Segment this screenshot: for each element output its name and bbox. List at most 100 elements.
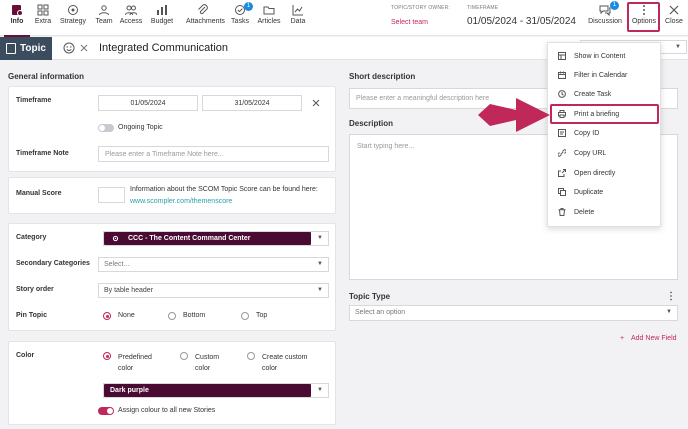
manual-score-input[interactable] [98, 187, 125, 203]
custom-color-label: Custom color [195, 354, 220, 372]
gear-icon [112, 235, 119, 242]
tab-team[interactable]: Team [89, 4, 119, 25]
trash-icon [558, 208, 566, 216]
external-icon [558, 169, 566, 177]
menu-item-copy-url[interactable]: Copy URL [548, 144, 662, 163]
more-vertical-icon[interactable] [668, 291, 674, 301]
add-new-field-button[interactable]: Add New Field [631, 335, 677, 342]
start-date-input[interactable]: 01/05/2024 [98, 95, 198, 111]
assign-colour-toggle[interactable] [98, 407, 114, 415]
pin-none-label: None [118, 312, 135, 319]
chevron-down-icon: ▼ [675, 44, 681, 50]
topic-icon [6, 43, 16, 54]
end-date-input[interactable]: 31/05/2024 [202, 95, 302, 111]
chart-icon [292, 5, 303, 16]
topic-type-select[interactable]: Select an option ▼ [349, 305, 678, 321]
copy-id-icon [558, 129, 566, 137]
custom-color-radio[interactable] [180, 352, 188, 360]
top-toolbar: Info Extra Strategy Team Access Budget A… [0, 0, 688, 37]
menu-item-show-in-content[interactable]: Show in Content [548, 47, 662, 66]
assign-colour-label: Assign colour to all new Stories [118, 407, 216, 414]
menu-item-create-task[interactable]: Create Task [548, 85, 662, 104]
menu-item-filter-in-calendar[interactable]: Filter in Calendar [548, 66, 662, 85]
pin-bottom-radio[interactable] [168, 312, 176, 320]
menu-item-duplicate[interactable]: Duplicate [548, 183, 662, 202]
clock-icon [558, 90, 566, 98]
short-description-title: Short description [349, 72, 416, 81]
page-title[interactable]: Integrated Communication [99, 42, 228, 54]
create-custom-color-label: Create custom color [262, 354, 308, 372]
timeframe-label-left: Timeframe [16, 97, 52, 104]
close-icon [669, 5, 679, 15]
info-icon [12, 5, 23, 16]
pin-top-label: Top [256, 312, 268, 319]
timeframe-label: TIMEFRAME [467, 5, 499, 11]
predefined-color-radio[interactable] [103, 352, 111, 360]
ongoing-label: Ongoing Topic [118, 124, 163, 131]
chevron-down-icon: ▼ [666, 309, 672, 315]
story-order-select[interactable]: By table header ▼ [98, 283, 329, 298]
secondary-categories-label: Secondary Categories [16, 260, 90, 267]
emoji-icon[interactable] [63, 42, 75, 54]
tab-extra[interactable]: Extra [28, 4, 58, 25]
discussion-badge: 1 [610, 1, 619, 10]
pin-top-radio[interactable] [241, 312, 249, 320]
owner-label: TOPIC/STORY OWNER: [391, 5, 451, 11]
content-icon [558, 52, 566, 60]
category-label: Category [16, 234, 47, 241]
tab-attachments[interactable]: Attachments [186, 4, 225, 25]
color-tag: Dark purple [104, 384, 311, 397]
chevron-down-icon: ▼ [317, 261, 323, 267]
chevron-down-icon: ▼ [317, 287, 323, 293]
close-button[interactable]: Close [659, 4, 688, 25]
budget-icon [157, 5, 167, 15]
menu-item-open-directly[interactable]: Open directly [548, 164, 662, 183]
pin-bottom-label: Bottom [183, 312, 206, 319]
color-label: Color [16, 352, 35, 359]
target-icon [68, 5, 78, 15]
owner-select[interactable]: Select team [391, 19, 428, 26]
options-highlight [627, 2, 660, 32]
add-field-plus-icon: + [620, 335, 625, 342]
print-briefing-highlight [550, 104, 659, 124]
clear-dates-icon[interactable] [312, 99, 320, 107]
grid-icon [37, 4, 49, 16]
category-tag: CCC - The Content Command Center [104, 232, 311, 245]
menu-item-delete[interactable]: Delete [548, 203, 662, 222]
team-icon [99, 5, 109, 16]
tab-data[interactable]: Data [283, 4, 313, 25]
calendar-icon [558, 71, 566, 79]
tab-access[interactable]: Access [116, 4, 146, 25]
menu-item-copy-id[interactable]: Copy ID [548, 124, 662, 143]
tab-budget[interactable]: Budget [147, 4, 177, 25]
secondary-categories-select[interactable]: Select... ▼ [98, 257, 329, 272]
chevron-down-icon: ▼ [317, 235, 323, 241]
clear-emoji-icon[interactable] [80, 44, 88, 52]
pin-none-radio[interactable] [103, 312, 111, 320]
tab-strategy[interactable]: Strategy [58, 4, 88, 25]
options-menu: Show in Content Filter in Calendar Creat… [547, 42, 661, 227]
manual-score-label: Manual Score [16, 190, 62, 197]
link-icon [558, 149, 566, 157]
category-select[interactable]: CCC - The Content Command Center ▼ [103, 231, 329, 246]
score-link[interactable]: www.scompler.com/themenscore [130, 198, 232, 205]
score-info-text: Information about the SCOM Topic Score c… [130, 186, 318, 193]
tab-tasks[interactable]: 1 Tasks [225, 2, 255, 25]
color-select[interactable]: Dark purple ▼ [103, 383, 329, 398]
annotation-arrow-icon [478, 98, 550, 132]
tab-articles[interactable]: Articles [254, 4, 284, 25]
ongoing-toggle[interactable] [98, 124, 114, 132]
pin-topic-label: Pin Topic [16, 312, 47, 319]
timeframe-note-input[interactable]: Please enter a Timeframe Note here... [98, 146, 329, 162]
people-icon [125, 5, 137, 16]
story-order-label: Story order [16, 286, 54, 293]
create-custom-color-radio[interactable] [247, 352, 255, 360]
predefined-color-label: Predefined color [118, 354, 152, 372]
paperclip-icon [198, 4, 208, 15]
description-title: Description [349, 119, 394, 128]
general-section-title: General information [8, 72, 85, 81]
discussion-button[interactable]: 1 Discussion [587, 1, 623, 25]
timeframe-range: 01/05/2024 - 31/05/2024 [467, 16, 576, 27]
folder-icon [263, 6, 275, 15]
topic-tab[interactable]: Topic [0, 37, 52, 60]
